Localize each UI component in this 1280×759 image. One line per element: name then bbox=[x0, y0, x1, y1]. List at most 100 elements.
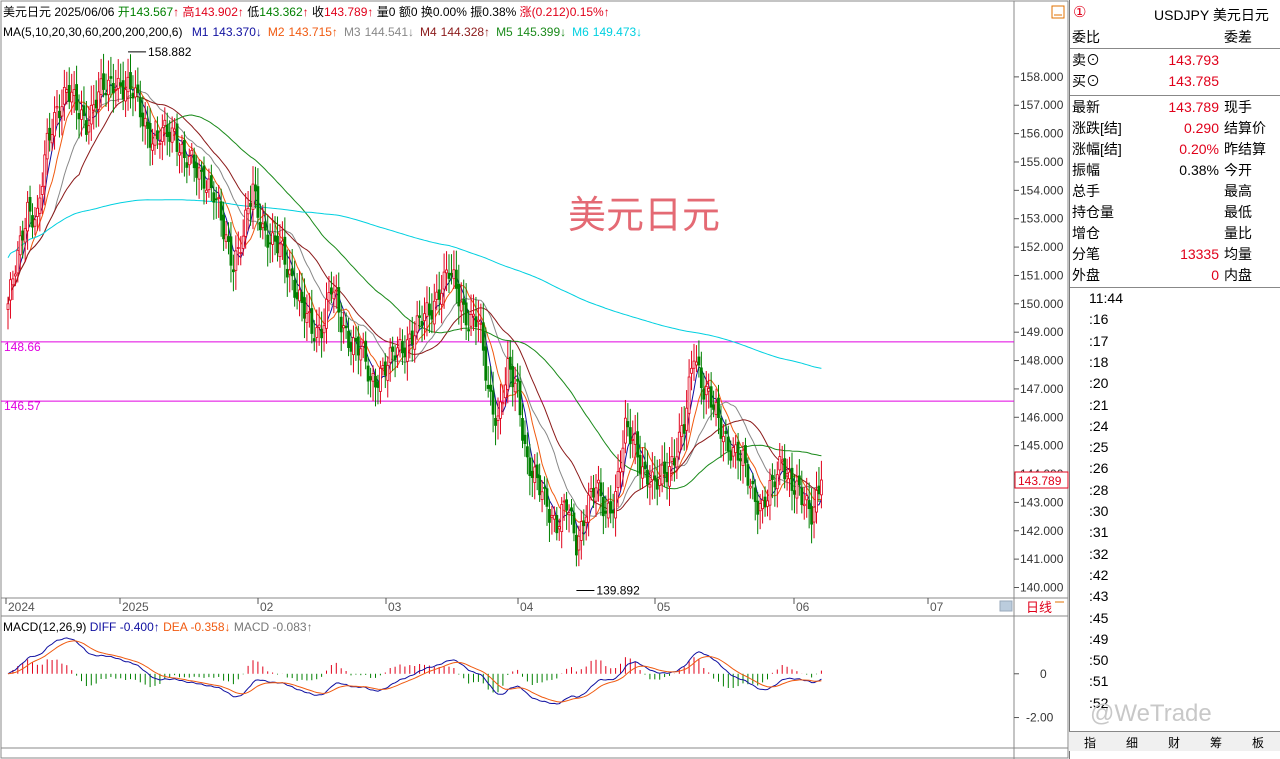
ma20-line bbox=[7, 89, 822, 517]
candle-body bbox=[501, 402, 505, 405]
candle-body bbox=[229, 236, 233, 266]
candle-body bbox=[508, 356, 512, 370]
tab-0[interactable]: 指 bbox=[1084, 734, 1096, 751]
candle-body bbox=[138, 97, 142, 118]
candle-body bbox=[614, 491, 617, 519]
candle-body bbox=[695, 361, 698, 366]
quote-row: 卖⊙ 143.793 bbox=[1070, 50, 1280, 71]
chart-watermark: 美元日元 bbox=[568, 195, 720, 237]
candle-body bbox=[239, 252, 243, 254]
candle-body bbox=[187, 155, 191, 166]
candle-body bbox=[31, 215, 34, 228]
tab-3[interactable]: 筹 bbox=[1210, 734, 1222, 751]
amount-value: 0 bbox=[410, 5, 418, 19]
quote-row-right: 委差 bbox=[1224, 29, 1252, 45]
quote-row-label: 增仓 bbox=[1072, 225, 1100, 241]
candle-body bbox=[609, 501, 613, 514]
candle-body bbox=[646, 469, 649, 485]
tab-2[interactable]: 财 bbox=[1168, 734, 1180, 751]
y-tick-label: 151.000 bbox=[1020, 268, 1064, 282]
y-tick-label: 142.000 bbox=[1020, 524, 1064, 538]
candle-body bbox=[342, 325, 346, 329]
zoom-box-icon bbox=[1051, 5, 1065, 19]
candle-body bbox=[133, 87, 137, 98]
candle-body bbox=[332, 291, 336, 300]
candle-body bbox=[334, 289, 338, 292]
period-label: 日线 bbox=[1026, 600, 1052, 615]
quote-row-label: 涨跌[结] bbox=[1072, 120, 1122, 136]
candle-body bbox=[153, 134, 157, 146]
candle-body bbox=[633, 433, 637, 445]
ma-legend-value: 144.328↑ bbox=[440, 25, 491, 39]
candle-body bbox=[768, 479, 772, 506]
tab-4[interactable]: 板 bbox=[1252, 734, 1264, 751]
ma30-line bbox=[7, 95, 822, 512]
candle-body bbox=[550, 514, 554, 518]
candle-body bbox=[312, 338, 316, 342]
candle-body bbox=[300, 291, 304, 303]
candle-body bbox=[178, 152, 181, 156]
quote-row-right: 内盘 bbox=[1224, 267, 1252, 283]
candle-body bbox=[305, 313, 309, 323]
candle-body bbox=[717, 397, 720, 419]
candle-body bbox=[648, 484, 652, 488]
candle-body bbox=[805, 495, 809, 501]
candle-body bbox=[298, 289, 301, 302]
x-tick-label: 05 bbox=[657, 600, 671, 614]
y-tick-label: 140.000 bbox=[1020, 580, 1064, 594]
candle-body bbox=[148, 123, 152, 148]
candle-body bbox=[800, 487, 804, 506]
candle-body bbox=[261, 223, 265, 228]
ma-legend-value: 149.473↓ bbox=[592, 25, 643, 39]
candle-body bbox=[356, 336, 360, 356]
candle-body bbox=[675, 456, 679, 468]
low-value: 143.362 bbox=[259, 5, 303, 19]
date-label: 2025/06/06 bbox=[54, 5, 115, 19]
candle-body bbox=[60, 106, 64, 117]
panel-divider bbox=[1070, 95, 1280, 96]
candle-body bbox=[638, 454, 642, 474]
candle-body bbox=[523, 434, 527, 445]
quote-row-value: 0.20% bbox=[1179, 141, 1219, 157]
candle-body bbox=[724, 430, 728, 434]
candle-body bbox=[577, 535, 581, 551]
candle-body bbox=[457, 283, 461, 307]
candle-body bbox=[339, 316, 343, 333]
y-tick-label: 145.000 bbox=[1020, 439, 1064, 453]
candle-body bbox=[660, 464, 664, 485]
candle-body bbox=[72, 89, 76, 97]
candle-body bbox=[592, 487, 595, 498]
candle-body bbox=[778, 456, 782, 471]
candle-body bbox=[352, 337, 355, 356]
candle-body bbox=[224, 234, 228, 242]
candle-body bbox=[783, 458, 787, 480]
candle-body bbox=[180, 143, 184, 154]
candle-body bbox=[722, 435, 725, 443]
candle-body bbox=[75, 84, 78, 111]
candle-body bbox=[415, 315, 419, 333]
candle-body bbox=[626, 421, 630, 428]
candle-body bbox=[756, 500, 760, 515]
y-tick-label: 152.000 bbox=[1020, 240, 1064, 254]
high-value: 143.902 bbox=[194, 5, 238, 19]
tab-1[interactable]: 细 bbox=[1126, 734, 1138, 751]
ma-legend-item: M6 bbox=[572, 25, 589, 39]
candle-body bbox=[67, 85, 71, 102]
candle-body bbox=[567, 512, 571, 516]
candle-body bbox=[538, 475, 542, 496]
candle-body bbox=[432, 300, 436, 325]
candle-body bbox=[445, 269, 448, 274]
candle-body bbox=[815, 490, 818, 513]
quote-row-label: 涨幅[结] bbox=[1072, 141, 1122, 157]
tick-time: 11:44 bbox=[1089, 290, 1123, 306]
candle-body bbox=[413, 335, 417, 350]
quote-row-label: 卖⊙ bbox=[1072, 52, 1100, 68]
candle-body bbox=[548, 509, 551, 523]
candle-body bbox=[227, 236, 230, 242]
candle-body bbox=[45, 132, 49, 160]
tick-time: :17 bbox=[1089, 332, 1109, 349]
y-tick-label: 154.000 bbox=[1020, 183, 1064, 197]
candle-body bbox=[712, 404, 715, 410]
candle-body bbox=[802, 503, 806, 507]
candle-body bbox=[13, 273, 17, 277]
